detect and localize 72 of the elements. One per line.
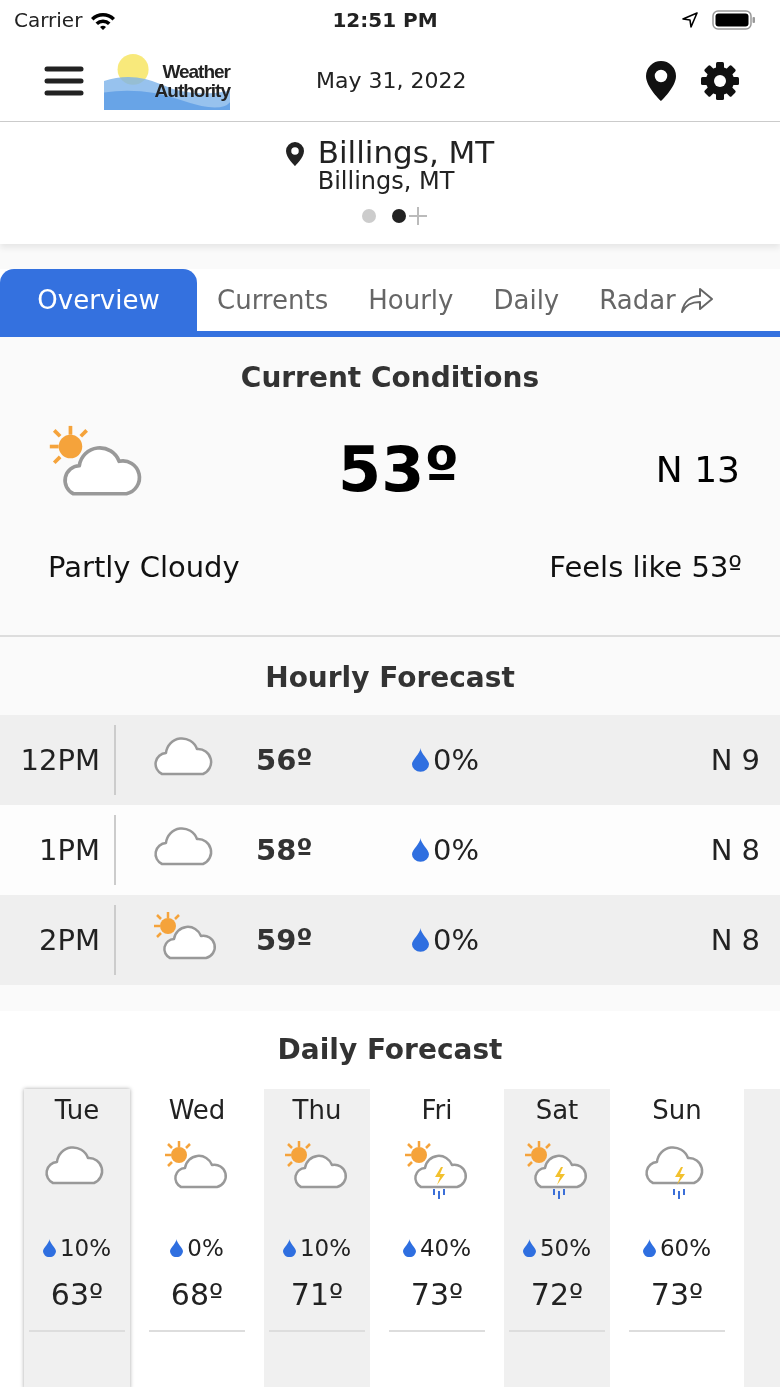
hour-label: 1PM — [0, 815, 116, 885]
carrier-name: Carrier — [14, 8, 83, 32]
location-arrow-icon — [682, 12, 698, 28]
raindrop-icon — [42, 1238, 56, 1258]
condition-label: Partly Cloudy — [48, 550, 240, 584]
raindrop-icon — [402, 1238, 416, 1258]
day-label: Fri — [421, 1095, 453, 1125]
share-icon — [679, 286, 714, 314]
hour-temperature: 59º — [256, 923, 314, 957]
location-subtitle: Billings, MT — [317, 168, 456, 194]
location-pin-icon[interactable] — [646, 60, 676, 101]
section-title: Current Conditions — [239, 361, 541, 394]
day-card[interactable]: Tue 10% 63º — [24, 1089, 130, 1387]
precip-chance: 40% — [419, 1235, 472, 1261]
hourly-row[interactable]: 12PM 56º 0% N 9 — [0, 715, 780, 805]
page-dot[interactable] — [392, 209, 406, 223]
tab[interactable]: Hourly — [348, 269, 474, 331]
raindrop-icon — [642, 1238, 656, 1258]
raindrop-icon — [412, 838, 429, 862]
wind-reading: N 9 — [709, 743, 761, 777]
day-label: Sun — [652, 1095, 702, 1125]
precip-chance: 0% — [187, 1235, 224, 1261]
precip-chance: 0% — [433, 743, 479, 777]
section-title: Hourly Forecast — [264, 661, 516, 696]
day-temperature: 63º — [50, 1277, 104, 1312]
day-temperature: 73º — [650, 1277, 704, 1312]
day-card[interactable]: Sat 50% 72º — [504, 1089, 610, 1387]
menu-icon[interactable] — [44, 64, 84, 97]
settings-icon[interactable] — [700, 60, 740, 101]
day-label: Wed — [168, 1095, 226, 1125]
precip-chance: 10% — [299, 1235, 352, 1261]
day-label: Tue — [54, 1095, 100, 1125]
precip-chance: 50% — [539, 1235, 592, 1261]
wind-reading: N 13 — [655, 448, 740, 490]
feels-like-label: Feels like 53º — [549, 550, 742, 584]
hourly-row[interactable]: 2PM 59º 0% N 8 — [0, 895, 780, 985]
battery-icon — [712, 10, 756, 30]
day-temperature: 73º — [410, 1277, 464, 1312]
day-card[interactable]: Thu 10% 71º — [264, 1089, 370, 1387]
wind-reading: N 8 — [709, 833, 761, 867]
day-temperature: 68º — [170, 1277, 224, 1312]
location-pin-icon — [285, 142, 304, 166]
day-temperature: 71º — [290, 1277, 344, 1312]
current-temperature: 53º — [338, 432, 461, 506]
precip-chance: 0% — [433, 833, 479, 867]
wind-reading: N 8 — [709, 923, 761, 957]
raindrop-icon — [282, 1238, 296, 1258]
hour-temperature: 58º — [256, 833, 314, 867]
status-time: 12:51 PM — [332, 8, 438, 32]
date-label: May 31, 2022 — [316, 68, 468, 93]
day-label: Sat — [535, 1095, 579, 1125]
hour-label: 12PM — [0, 725, 116, 795]
tab[interactable]: Daily — [473, 269, 580, 331]
page-dot[interactable] — [362, 209, 376, 223]
day-temperature: 72º — [530, 1277, 584, 1312]
raindrop-icon — [412, 748, 429, 772]
day-label: Thu — [292, 1095, 342, 1125]
precip-chance: 0% — [433, 923, 479, 957]
hour-temperature: 56º — [256, 743, 314, 777]
tab[interactable]: Radar — [579, 269, 734, 331]
hour-label: 2PM — [0, 905, 116, 975]
section-title: Daily Forecast — [276, 1033, 504, 1068]
wifi-icon — [90, 10, 117, 30]
location-name: Billings, MT — [317, 136, 495, 168]
precip-chance: 10% — [59, 1235, 112, 1261]
raindrop-icon — [170, 1238, 184, 1258]
raindrop-icon — [412, 928, 429, 952]
raindrop-icon — [522, 1238, 536, 1258]
tab[interactable]: Overview — [0, 269, 197, 331]
app-logo: Weather Authority — [104, 51, 230, 110]
tab[interactable]: Currents — [197, 269, 349, 331]
precip-chance: 60% — [659, 1235, 712, 1261]
